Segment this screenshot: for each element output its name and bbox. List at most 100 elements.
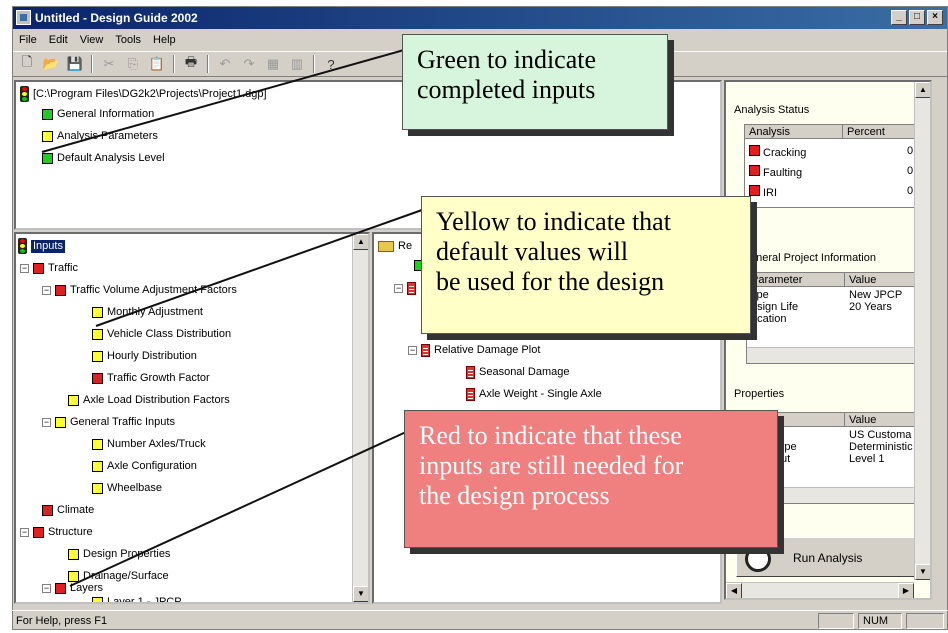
row-value: 0 [907, 145, 914, 157]
project-path: [C:\Program Files\DG2k2\Projects\Project… [33, 87, 267, 100]
menu-edit[interactable]: Edit [49, 31, 68, 49]
tree-item-seasonal-damage[interactable]: Seasonal Damage [466, 366, 570, 379]
tree-item-design-properties[interactable]: Design Properties [68, 548, 170, 561]
window-title: Untitled - Design Guide 2002 [35, 11, 198, 25]
tree-item-label: Axle Weight - Single Axle [479, 388, 602, 400]
callout-line: completed inputs [417, 75, 596, 104]
general-project-info-heading: eneral Project Information [750, 252, 876, 264]
open-folder-icon[interactable]: 📂 [41, 54, 61, 74]
scroll-up-button[interactable]: ▲ [915, 82, 930, 98]
toolbar-separator [91, 55, 93, 73]
row-label: Cracking [763, 147, 807, 159]
red-status-icon [749, 185, 760, 196]
yellow-status-icon [68, 395, 79, 406]
column-header[interactable]: Parameter [747, 273, 845, 287]
tree-item-traffic-volume-adjustment-factors[interactable]: − Traffic Volume Adjustment Factors [42, 284, 237, 297]
table-row[interactable]: IRI [749, 185, 777, 199]
help-icon[interactable]: ? [321, 54, 341, 74]
status-pane [906, 613, 944, 629]
app-icon [16, 10, 31, 25]
tree-item-label: Vehicle Class Distribution [107, 328, 232, 340]
menu-help[interactable]: Help [153, 31, 176, 49]
horizontal-scrollbar[interactable] [747, 347, 925, 363]
scroll-left-button[interactable]: ◀ [726, 583, 742, 598]
toolbar-separator [207, 55, 209, 73]
table-row[interactable]: Cracking [749, 145, 806, 159]
save-icon[interactable]: 💾 [65, 54, 85, 74]
scroll-down-button[interactable]: ▼ [353, 586, 368, 602]
right-panel-horizontal-scrollbar[interactable]: ◀ ▶ [726, 582, 914, 598]
tree-root-inputs[interactable]: Inputs [18, 238, 65, 254]
menu-file[interactable]: File [19, 31, 37, 49]
collapse-icon[interactable]: − [42, 418, 51, 427]
menu-view[interactable]: View [80, 31, 104, 49]
report-icon [421, 344, 430, 357]
row-value: US Customa [849, 429, 912, 441]
copy-icon[interactable]: ⎘ [123, 54, 143, 74]
callout-line: default values will [436, 237, 629, 266]
report-icon [466, 366, 475, 379]
chart-icon[interactable]: ▥ [287, 54, 307, 74]
title-bar[interactable]: Untitled - Design Guide 2002 _ □ × [13, 7, 947, 29]
close-button[interactable]: × [927, 10, 943, 25]
minimize-button[interactable]: _ [891, 10, 907, 25]
paste-icon[interactable]: 📋 [147, 54, 167, 74]
menu-tools[interactable]: Tools [115, 31, 141, 49]
tree-item-climate[interactable]: Climate [42, 504, 94, 517]
tree-item-layer-1-jpcp[interactable]: Layer 1 - JPCP [92, 596, 182, 602]
yellow-status-icon [92, 483, 103, 494]
tree-item-default-analysis-level[interactable]: Default Analysis Level [42, 152, 165, 165]
red-status-icon [55, 285, 66, 296]
tree-item-monthly-adjustment[interactable]: Monthly Adjustment [92, 306, 203, 319]
collapse-icon[interactable]: − [408, 346, 417, 355]
collapse-icon[interactable]: − [20, 264, 29, 273]
redo-icon[interactable]: ↷ [239, 54, 259, 74]
maximize-button[interactable]: □ [909, 10, 925, 25]
tree-item-analysis-parameters[interactable]: Analysis Parameters [42, 130, 158, 143]
yellow-status-icon [92, 351, 103, 362]
tree-item-structure[interactable]: − Structure [20, 526, 93, 539]
callout-line: the design process [419, 481, 610, 510]
right-panel-vertical-scrollbar[interactable]: ▲ ▼ [914, 82, 930, 580]
tree-item-axle-configuration[interactable]: Axle Configuration [92, 460, 197, 473]
tree-item-general-information[interactable]: General Information [42, 108, 154, 121]
collapse-icon[interactable]: − [42, 286, 51, 295]
scroll-down-button[interactable]: ▼ [915, 564, 930, 580]
tree-item-traffic-growth-factor[interactable]: Traffic Growth Factor [92, 372, 210, 385]
inputs-vertical-scrollbar[interactable]: ▲ ▼ [352, 234, 368, 602]
new-file-icon[interactable]: 🗋 [17, 54, 37, 74]
tree-item-label: Hourly Distribution [107, 350, 197, 362]
yellow-status-icon [55, 417, 66, 428]
collapse-icon[interactable]: − [42, 584, 51, 593]
collapse-icon[interactable]: − [394, 284, 403, 293]
tree-item-number-axles-truck[interactable]: Number Axles/Truck [92, 438, 206, 451]
collapse-icon[interactable]: − [20, 528, 29, 537]
tree-item-vehicle-class-distribution[interactable]: Vehicle Class Distribution [92, 328, 231, 341]
results-node-collapsed[interactable]: − [394, 282, 416, 295]
tree-item-label: Traffic [48, 262, 78, 274]
project-root[interactable]: [C:\Program Files\DG2k2\Projects\Project… [20, 86, 267, 102]
analysis-status-heading: Analysis Status [734, 104, 810, 116]
table-row[interactable]: Faulting [749, 165, 802, 179]
tree-item-wheelbase[interactable]: Wheelbase [92, 482, 162, 495]
tree-item-axle-weight-single-axle[interactable]: Axle Weight - Single Axle [466, 388, 602, 401]
grid-icon[interactable]: ▦ [263, 54, 283, 74]
tree-item-hourly-distribution[interactable]: Hourly Distribution [92, 350, 197, 363]
tree-item-relative-damage-plot[interactable]: − Relative Damage Plot [408, 344, 540, 357]
tree-item-traffic[interactable]: − Traffic [20, 262, 78, 275]
tree-root-results[interactable]: Re [378, 240, 412, 253]
tree-item-axle-load-distribution-factors[interactable]: Axle Load Distribution Factors [68, 394, 230, 407]
scroll-up-button[interactable]: ▲ [353, 234, 368, 250]
callout-line: be used for the design [436, 267, 665, 296]
tree-item-general-traffic-inputs[interactable]: − General Traffic Inputs [42, 416, 175, 429]
column-header[interactable]: Analysis [745, 125, 843, 139]
report-icon [407, 282, 416, 295]
tree-item-layers[interactable]: − Layers [42, 582, 103, 595]
num-lock-indicator: NUM [858, 613, 902, 629]
cut-icon[interactable]: ✂ [99, 54, 119, 74]
scroll-right-button[interactable]: ▶ [898, 583, 914, 598]
inputs-tree-panel: Inputs − Traffic − Traffic Volume Adjust… [14, 232, 370, 604]
status-help-text: For Help, press F1 [16, 615, 108, 627]
undo-icon[interactable]: ↶ [215, 54, 235, 74]
print-icon[interactable]: 🖶 [181, 54, 201, 74]
